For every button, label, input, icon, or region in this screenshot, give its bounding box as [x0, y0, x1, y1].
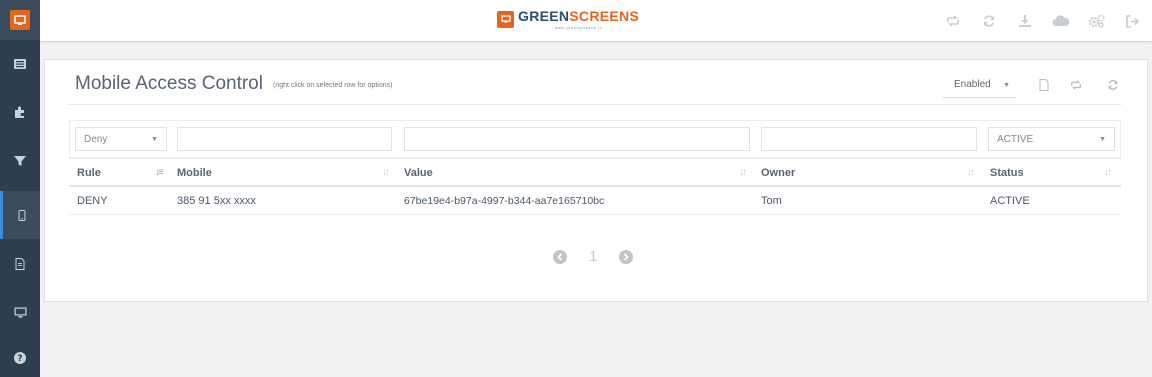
table-row[interactable]: DENY 385 91 5xx xxxx 67be19e4-b97a-4997-… — [69, 187, 1121, 215]
top-bar: GREENSCREENS www.greenscreens.io — [40, 0, 1152, 42]
next-page-button[interactable] — [619, 249, 634, 264]
download-icon[interactable] — [1012, 12, 1038, 30]
document-icon — [15, 258, 25, 270]
logout-icon[interactable] — [1120, 12, 1146, 30]
monitor-icon — [14, 307, 27, 318]
sort-icon[interactable]: ↓↑ — [967, 167, 975, 178]
puzzle-icon — [14, 106, 26, 118]
filter-row: Deny ▼ ACTIVE ▼ — [69, 120, 1121, 158]
cell-owner: Tom — [761, 195, 782, 207]
title-divider — [69, 104, 1121, 105]
mobile-filter-input[interactable] — [177, 127, 392, 151]
chevron-down-icon: ▼ — [151, 136, 158, 143]
sidebar-item-plugins[interactable] — [0, 88, 40, 136]
cell-value: 67be19e4-b97a-4997-b344-aa7e165710bc — [404, 195, 605, 207]
sync-icon[interactable] — [1069, 78, 1083, 92]
mobile-icon — [18, 209, 26, 221]
main-panel: Mobile Access Control (right click on se… — [44, 59, 1148, 302]
chevron-left-icon — [557, 252, 563, 261]
cell-rule: DENY — [77, 195, 108, 207]
page-subtitle: (right click on selected row for options… — [273, 82, 393, 89]
help-icon: ? — [14, 352, 26, 364]
refresh-icon[interactable] — [976, 12, 1002, 30]
status-filter-value: ACTIVE — [997, 134, 1034, 145]
new-document-icon[interactable] — [1037, 78, 1051, 92]
sidebar: ? — [0, 0, 40, 377]
column-header-owner[interactable]: Owner — [761, 167, 795, 179]
sidebar-item-documents[interactable] — [0, 240, 40, 288]
chevron-down-icon: ▼ — [1099, 136, 1106, 143]
sync-icon[interactable] — [940, 12, 966, 30]
current-page[interactable]: 1 — [589, 248, 597, 265]
brand-monitor-icon — [497, 11, 514, 28]
page-title: Mobile Access Control — [75, 73, 263, 94]
list-icon — [14, 59, 26, 69]
app-logo[interactable] — [0, 0, 40, 40]
table-header: Rule ↓≡ Mobile ↓↑ Value ↓↑ Owner ↓↑ Stat… — [69, 158, 1121, 187]
svg-text:?: ? — [17, 354, 22, 364]
sort-icon[interactable]: ↓↑ — [382, 167, 390, 178]
column-header-value[interactable]: Value — [404, 167, 433, 179]
owner-filter-input[interactable] — [761, 127, 977, 151]
sidebar-item-list[interactable] — [0, 40, 40, 88]
column-header-rule[interactable]: Rule — [77, 167, 101, 179]
column-header-mobile[interactable]: Mobile — [177, 167, 212, 179]
toolbar-icons — [930, 12, 1146, 30]
filter-icon — [14, 155, 26, 167]
chevron-down-icon: ▼ — [1003, 82, 1010, 89]
previous-page-button[interactable] — [553, 249, 567, 264]
brand-logo[interactable]: GREENSCREENS www.greenscreens.io — [497, 9, 639, 33]
pagination: 1 — [553, 248, 634, 265]
status-filter-select[interactable]: Enabled ▼ — [942, 76, 1016, 98]
sidebar-item-filters[interactable] — [0, 137, 40, 185]
sort-icon[interactable]: ↓↑ — [1104, 167, 1112, 178]
status-filter-value: Enabled — [954, 79, 991, 90]
settings-icon[interactable] — [1084, 12, 1110, 30]
cell-mobile: 385 91 5xx xxxx — [177, 195, 256, 207]
cloud-icon[interactable] — [1048, 12, 1074, 30]
value-filter-input[interactable] — [404, 127, 750, 151]
sort-asc-icon[interactable]: ↓≡ — [155, 167, 164, 178]
brand-tagline: www.greenscreens.io — [554, 25, 603, 30]
sort-icon[interactable]: ↓↑ — [739, 167, 747, 178]
rule-filter-select[interactable]: Deny ▼ — [75, 127, 167, 151]
refresh-icon[interactable] — [1106, 78, 1120, 92]
brand-name-green: GREEN — [518, 8, 570, 24]
rule-filter-value: Deny — [84, 134, 108, 145]
cell-status: ACTIVE — [990, 195, 1030, 207]
chevron-right-icon — [624, 252, 630, 261]
sidebar-item-mobile[interactable] — [0, 191, 40, 239]
column-header-status[interactable]: Status — [990, 167, 1024, 179]
sidebar-item-displays[interactable] — [0, 288, 40, 336]
brand-name-screens: SCREENS — [569, 8, 640, 24]
status-filter-select[interactable]: ACTIVE ▼ — [988, 127, 1115, 151]
monitor-logo-icon — [10, 10, 30, 30]
sidebar-item-help[interactable]: ? — [0, 339, 40, 377]
